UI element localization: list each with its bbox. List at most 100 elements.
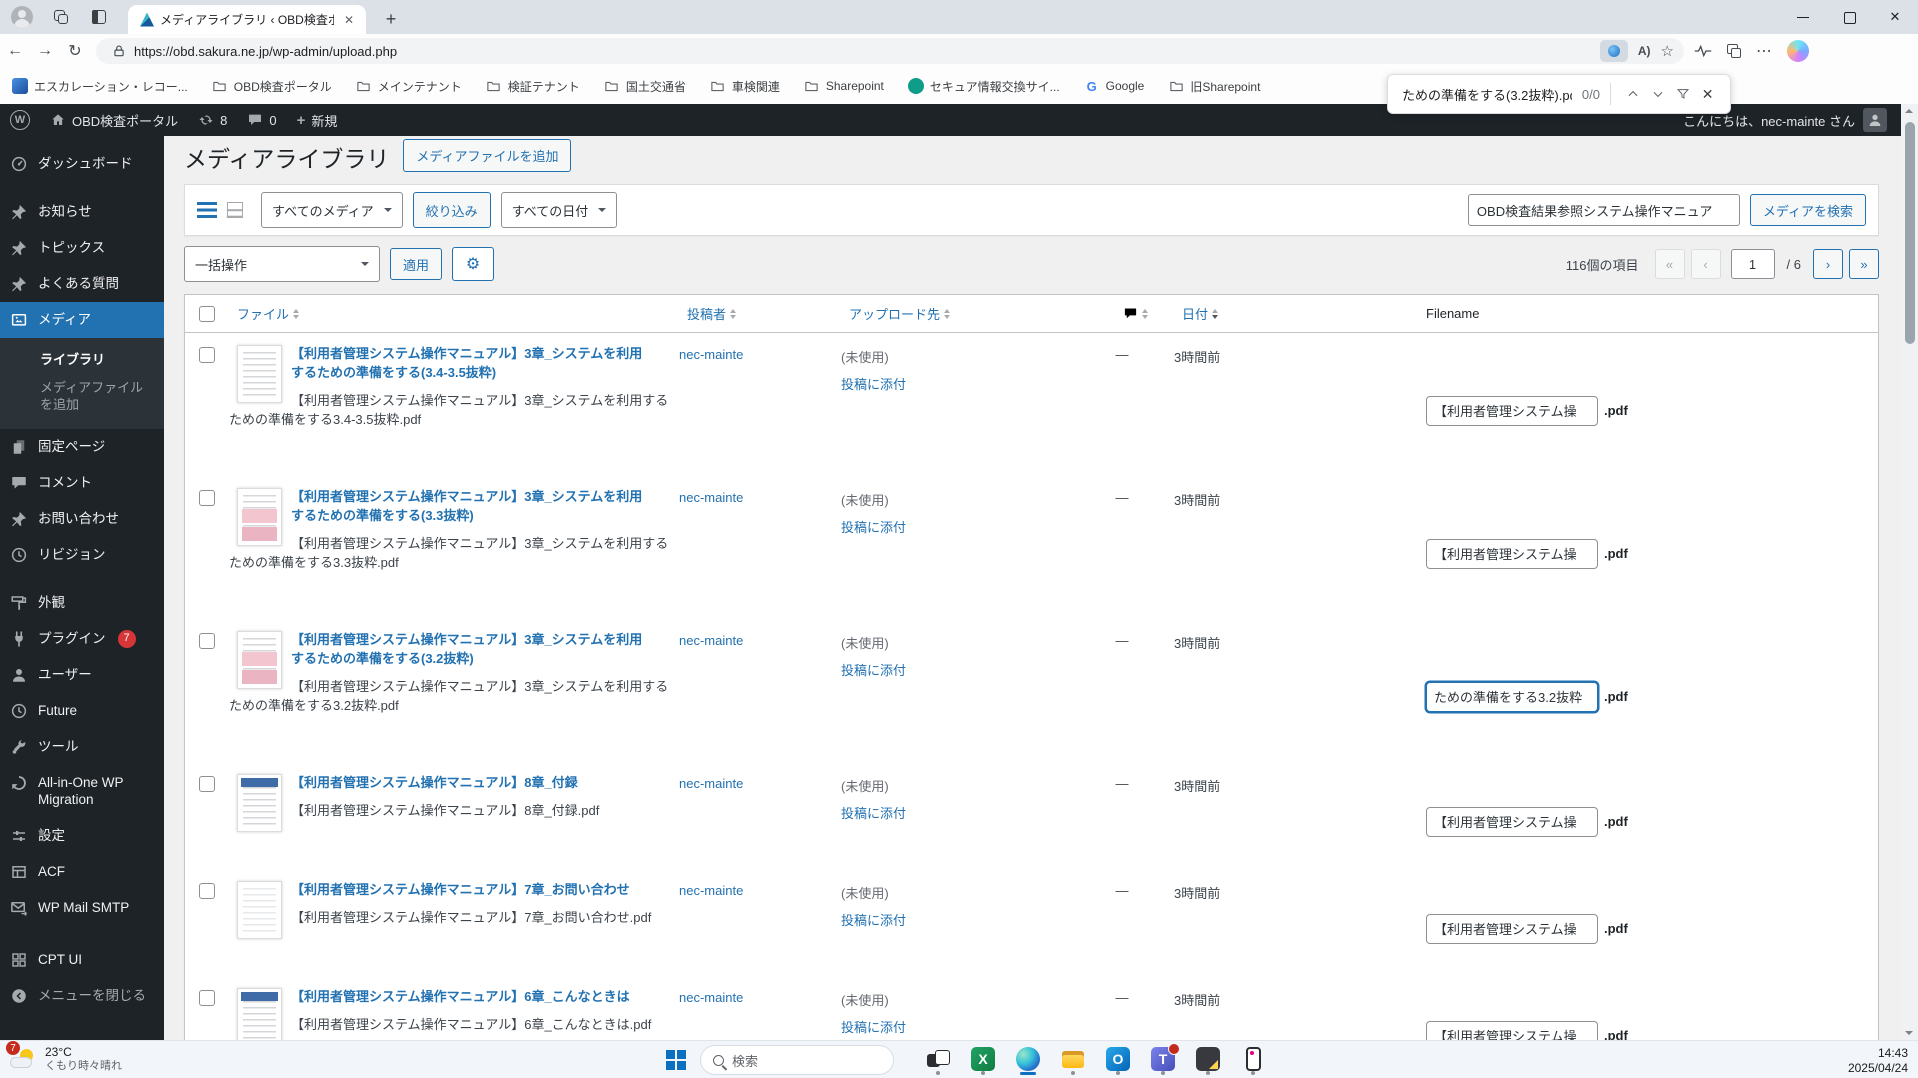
column-header-author[interactable]: 投稿者 bbox=[679, 304, 841, 323]
site-name-menu[interactable]: OBD検査ポータル bbox=[40, 104, 188, 136]
screen-options-button[interactable]: ⚙ bbox=[452, 247, 495, 281]
task-view-icon[interactable] bbox=[924, 1043, 952, 1075]
sidebar-item-dash[interactable]: ダッシュボード bbox=[0, 146, 164, 182]
updates-menu[interactable]: 8 bbox=[188, 104, 237, 136]
scroll-up-icon[interactable] bbox=[1905, 109, 1913, 113]
author-link[interactable]: nec-mainte bbox=[679, 883, 743, 898]
bookmark-item[interactable]: 旧Sharepoint bbox=[1168, 78, 1260, 95]
bookmark-item[interactable]: G Google bbox=[1084, 78, 1145, 94]
date-filter[interactable]: すべての日付 bbox=[500, 192, 618, 228]
sidebar-item-pin[interactable]: トピックス bbox=[0, 230, 164, 266]
last-page-button[interactable]: » bbox=[1849, 249, 1879, 279]
prev-page-button[interactable]: ‹ bbox=[1690, 249, 1721, 279]
sidebar-item-pages[interactable]: 固定ページ bbox=[0, 429, 164, 465]
page-scrollbar[interactable] bbox=[1901, 104, 1918, 1040]
author-link[interactable]: nec-mainte bbox=[679, 990, 743, 1005]
new-tab-button[interactable]: + bbox=[378, 7, 404, 31]
media-title-link[interactable]: 【利用者管理システム操作マニュアル】8章_付録 bbox=[291, 774, 653, 793]
sidebar-item-clock[interactable]: リビジョン bbox=[0, 537, 164, 573]
back-icon[interactable]: ← bbox=[0, 42, 30, 60]
sidebar-item-collapse[interactable]: メニューを閉じる bbox=[0, 978, 164, 1014]
window-minimize-button[interactable] bbox=[1780, 0, 1826, 34]
weather-widget[interactable]: 7 23°C くもり時々晴れ bbox=[5, 1040, 122, 1074]
media-thumbnail[interactable] bbox=[237, 631, 282, 689]
find-previous-icon[interactable] bbox=[1621, 81, 1646, 107]
tab-close-icon[interactable]: ✕ bbox=[340, 11, 358, 29]
copilot-icon[interactable] bbox=[1787, 40, 1809, 62]
taskbar-search[interactable]: 検索 bbox=[700, 1045, 894, 1075]
bookmark-item[interactable]: OBD検査ポータル bbox=[212, 78, 332, 95]
bookmark-item[interactable]: エスカレーション・レコー... bbox=[12, 78, 188, 95]
column-header-comments[interactable] bbox=[1096, 306, 1174, 321]
column-header-date[interactable]: 日付 bbox=[1174, 304, 1414, 323]
sidebar-item-pin[interactable]: お知らせ bbox=[0, 194, 164, 230]
favorites-icon[interactable] bbox=[1726, 43, 1742, 59]
sidebar-item-migrate[interactable]: All-in-One WP Migration bbox=[0, 765, 164, 818]
browser-essentials-icon[interactable] bbox=[1694, 44, 1712, 58]
start-button[interactable] bbox=[666, 1050, 686, 1070]
media-title-link[interactable]: 【利用者管理システム操作マニュアル】7章_お問い合わせ bbox=[291, 881, 653, 900]
bookmark-item[interactable]: 検証テナント bbox=[486, 78, 580, 95]
sidebar-item-brush[interactable]: 外観 bbox=[0, 585, 164, 621]
sidebar-subitem[interactable]: ライブラリ bbox=[0, 346, 164, 374]
media-thumbnail[interactable] bbox=[237, 988, 282, 1040]
media-thumbnail[interactable] bbox=[237, 774, 282, 832]
current-page-input[interactable] bbox=[1730, 249, 1775, 279]
list-view-icon[interactable] bbox=[197, 202, 217, 218]
read-aloud-icon[interactable]: A) bbox=[1638, 44, 1651, 58]
attach-to-post-link[interactable]: 投稿に添付 bbox=[841, 910, 906, 929]
add-media-button[interactable]: メディアファイルを追加 bbox=[403, 139, 572, 172]
scrollbar-thumb[interactable] bbox=[1904, 122, 1915, 344]
phone-icon[interactable] bbox=[1239, 1043, 1267, 1075]
first-page-button[interactable]: « bbox=[1654, 249, 1685, 279]
sidebar-item-grid[interactable]: CPT UI bbox=[0, 942, 164, 978]
forward-icon[interactable]: → bbox=[30, 42, 60, 60]
row-checkbox[interactable] bbox=[199, 990, 215, 1006]
bookmark-item[interactable]: メインテナント bbox=[356, 78, 462, 95]
sidebar-item-user[interactable]: ユーザー bbox=[0, 657, 164, 693]
wp-logo-menu[interactable]: W bbox=[0, 104, 40, 136]
bookmark-item[interactable]: 車検関連 bbox=[710, 78, 780, 95]
column-header-file[interactable]: ファイル bbox=[229, 304, 679, 323]
attach-to-post-link[interactable]: 投稿に添付 bbox=[841, 803, 906, 822]
attach-to-post-link[interactable]: 投稿に添付 bbox=[841, 517, 906, 536]
attach-to-post-link[interactable]: 投稿に添付 bbox=[841, 1017, 906, 1036]
filename-rename-input[interactable] bbox=[1426, 1020, 1598, 1040]
column-header-upload[interactable]: アップロード先 bbox=[841, 304, 1096, 323]
bookmark-item[interactable]: Sharepoint bbox=[804, 78, 884, 94]
author-link[interactable]: nec-mainte bbox=[679, 776, 743, 791]
edge-icon[interactable] bbox=[1014, 1043, 1042, 1075]
refresh-icon[interactable]: ↻ bbox=[60, 41, 90, 61]
select-all-checkbox[interactable] bbox=[199, 305, 215, 322]
media-title-link[interactable]: 【利用者管理システム操作マニュアル】6章_こんなときは bbox=[291, 988, 653, 1007]
filename-rename-input[interactable] bbox=[1426, 913, 1598, 944]
row-checkbox[interactable] bbox=[199, 490, 215, 506]
window-maximize-button[interactable] bbox=[1826, 0, 1872, 34]
browser-tab[interactable]: メディアライブラリ ‹ OBD検査ポータル ✕ bbox=[128, 5, 366, 34]
sidebar-item-table[interactable]: ACF bbox=[0, 854, 164, 890]
comments-menu[interactable]: 0 bbox=[237, 104, 286, 136]
media-search-input[interactable] bbox=[1467, 194, 1740, 226]
row-checkbox[interactable] bbox=[199, 776, 215, 792]
window-close-button[interactable]: ✕ bbox=[1872, 0, 1918, 34]
address-bar[interactable]: https://obd.sakura.ne.jp/wp-admin/upload… bbox=[96, 38, 1684, 64]
filename-rename-input[interactable] bbox=[1426, 538, 1598, 569]
filter-button[interactable]: 絞り込み bbox=[412, 192, 491, 228]
vertical-tabs-icon[interactable] bbox=[89, 7, 109, 27]
find-close-icon[interactable]: ✕ bbox=[1695, 81, 1720, 107]
search-media-button[interactable]: メディアを検索 bbox=[1749, 194, 1866, 226]
apply-button[interactable]: 適用 bbox=[390, 248, 443, 280]
author-link[interactable]: nec-mainte bbox=[679, 347, 743, 362]
author-link[interactable]: nec-mainte bbox=[679, 633, 743, 648]
excel-icon[interactable]: X bbox=[969, 1043, 997, 1075]
media-title-link[interactable]: 【利用者管理システム操作マニュアル】3章_システムを利用するための準備をする(3… bbox=[291, 488, 653, 526]
new-content-menu[interactable]: + 新規 bbox=[287, 104, 348, 136]
scroll-down-icon[interactable] bbox=[1905, 1031, 1913, 1035]
sidebar-item-sliders[interactable]: 設定 bbox=[0, 818, 164, 854]
bookmark-item[interactable]: 国土交通省 bbox=[604, 78, 686, 95]
find-filter-icon[interactable] bbox=[1670, 81, 1695, 107]
attach-to-post-link[interactable]: 投稿に添付 bbox=[841, 374, 906, 393]
sidebar-item-media[interactable]: メディア bbox=[0, 302, 164, 338]
notes-icon[interactable] bbox=[1194, 1043, 1222, 1075]
attach-to-post-link[interactable]: 投稿に添付 bbox=[841, 660, 906, 679]
